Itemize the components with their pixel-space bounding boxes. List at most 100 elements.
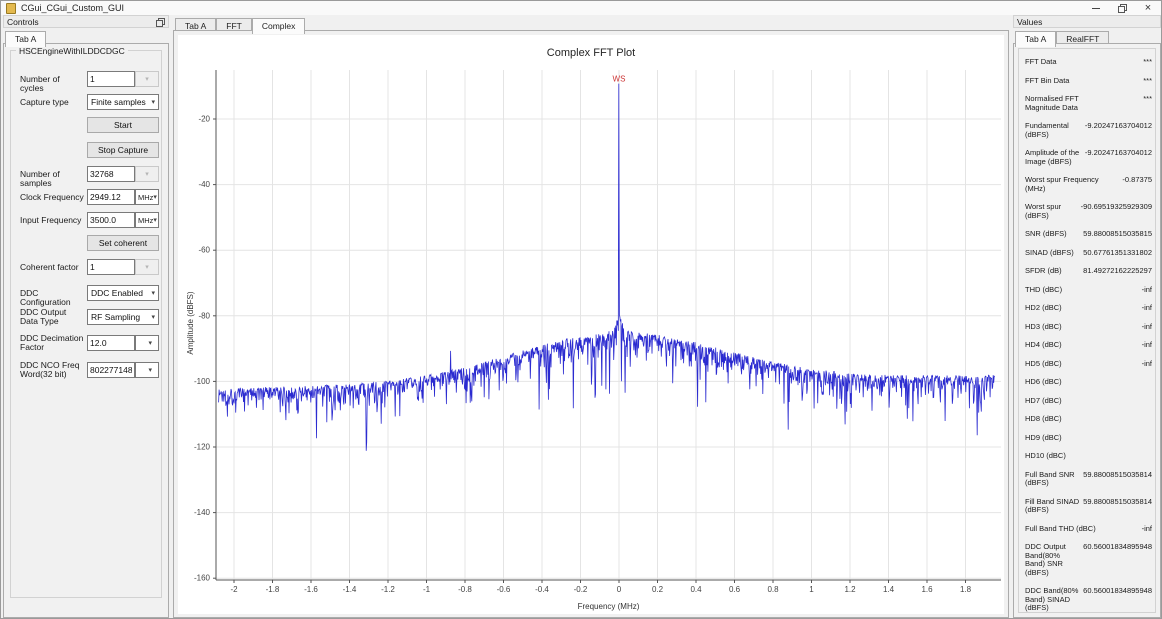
input-frequency-input[interactable]: [87, 212, 135, 228]
value-label: Worst spur Frequency (MHz): [1025, 176, 1107, 193]
app-icon: [6, 3, 16, 14]
coherent-factor-input[interactable]: [87, 259, 135, 275]
capture-type-value: Finite samples: [91, 97, 146, 107]
value-text: -9.20247163704012: [1085, 122, 1152, 139]
field-control: ▾: [87, 166, 159, 182]
control-row: Capture typeFinite samples▾: [20, 94, 159, 111]
ddc-nco-freq-word-32-bit-dropdown[interactable]: ▾: [135, 362, 159, 378]
svg-text:1.2: 1.2: [844, 585, 856, 594]
float-panel-icon[interactable]: [156, 18, 164, 26]
fft-plot-canvas: -2-1.8-1.6-1.4-1.2-1-0.8-0.6-0.4-0.200.2…: [178, 35, 1004, 614]
control-row: Input Frequency MHz▾: [20, 212, 159, 229]
value-row: Full Band THD (dBC) -inf: [1025, 525, 1152, 534]
app-window: CGui_CGui_Custom_GUI × Controls Tab A HS…: [0, 0, 1162, 619]
value-label: HD2 (dBC): [1025, 304, 1062, 313]
tab-complex[interactable]: Complex: [252, 18, 306, 34]
value-label: THD (dBC): [1025, 286, 1062, 295]
value-label: DDC Output Band(80% Band) SNR (dBFS): [1025, 543, 1080, 577]
field-control: Stop Capture: [87, 142, 159, 158]
value-label: Full Band THD (dBC): [1025, 525, 1096, 534]
svg-text:0.4: 0.4: [690, 585, 702, 594]
ddc-decimation-factor-dropdown[interactable]: ▾: [135, 335, 159, 351]
field-control: Set coherent: [87, 235, 159, 251]
controls-panel-header: Controls: [3, 15, 169, 28]
control-row: Number of samples▾: [20, 166, 159, 183]
svg-text:-20: -20: [198, 115, 210, 124]
field-label: Input Frequency: [20, 216, 84, 225]
ddc-nco-freq-word-32-bit-input[interactable]: [87, 362, 135, 378]
value-row: Normalised FFT Magnitude Data ***: [1025, 95, 1152, 112]
value-row: HD2 (dBC)-inf: [1025, 304, 1152, 313]
field-label: DDC NCO Freq Word(32 bit): [20, 361, 84, 379]
values-tabstrip: Tab ARealFFTComplexFFT: [1013, 28, 1161, 43]
values-panel-header: Values: [1013, 15, 1161, 28]
field-label: DDC Decimation Factor: [20, 334, 84, 352]
value-row: FFT Data***: [1025, 58, 1152, 67]
svg-text:0.6: 0.6: [729, 585, 741, 594]
svg-text:-1.2: -1.2: [381, 585, 395, 594]
minimize-icon: [1092, 8, 1100, 9]
ddc-decimation-factor-input[interactable]: [87, 335, 135, 351]
controls-content: HSCEngineWithILDDCDGC Number of cycles▾C…: [3, 43, 169, 618]
start-button[interactable]: Start: [87, 117, 159, 133]
minimize-button[interactable]: [1083, 1, 1109, 15]
window-title: CGui_CGui_Custom_GUI: [21, 3, 1083, 13]
svg-text:0: 0: [617, 585, 622, 594]
control-row: Clock FrequencyMHz▾: [20, 189, 159, 206]
value-label: Normalised FFT Magnitude Data: [1025, 95, 1107, 112]
ddc-configuration-combobox[interactable]: DDC Enabled▾: [87, 285, 159, 301]
field-control: MHz▾: [87, 189, 159, 205]
control-row: Coherent factor▾: [20, 259, 159, 276]
value-label: SNR (dBFS): [1025, 230, 1067, 239]
value-text: ***: [1143, 95, 1152, 112]
value-row: Worst spur Frequency (MHz)-0.87375: [1025, 176, 1152, 193]
clock-frequency-unit-combobox[interactable]: MHz▾: [135, 189, 159, 205]
tab-tab-a[interactable]: Tab A: [1015, 31, 1056, 47]
svg-text:-60: -60: [198, 246, 210, 255]
engine-groupbox: HSCEngineWithILDDCDGC Number of cycles▾C…: [10, 50, 162, 598]
svg-text:-0.4: -0.4: [535, 585, 549, 594]
plot-panel: Tab AFFTComplex -2-1.8-1.6-1.4-1.2-1-0.8…: [173, 15, 1009, 618]
values-rows: FFT Data***FFT Bin Data***Normalised FFT…: [1018, 48, 1156, 613]
chevron-down-icon: ▾: [145, 170, 149, 178]
svg-text:-40: -40: [198, 180, 210, 189]
number-of-cycles-input[interactable]: [87, 71, 135, 87]
value-text: 59.88008515035814: [1083, 471, 1152, 488]
values-panel: Values Tab ARealFFTComplexFFT FFT Data**…: [1013, 15, 1161, 618]
clock-frequency-input[interactable]: [87, 189, 135, 205]
chevron-down-icon: ▾: [145, 75, 149, 83]
chevron-down-icon: ▾: [148, 339, 155, 347]
field-control: ▾: [87, 259, 159, 275]
value-label: FFT Data: [1025, 58, 1057, 67]
restore-button[interactable]: [1109, 1, 1135, 15]
tab-tab-a[interactable]: Tab A: [5, 31, 46, 47]
capture-type-combobox[interactable]: Finite samples▾: [87, 94, 159, 110]
control-row: Stop Capture: [20, 142, 159, 159]
value-row: Fundamental (dBFS)-9.20247163704012: [1025, 122, 1152, 139]
value-label: Worst spur (dBFS): [1025, 203, 1078, 220]
value-text: 59.88008515035815: [1083, 230, 1152, 239]
value-text: -90.69519325929309: [1081, 203, 1152, 220]
ddc-output-data-type-combobox[interactable]: RF Sampling▾: [87, 309, 159, 325]
svg-text:1: 1: [809, 585, 814, 594]
value-row: HD7 (dBC): [1025, 397, 1152, 406]
stop-capture-button[interactable]: Stop Capture: [87, 142, 159, 158]
ddc-configuration-value: DDC Enabled: [91, 288, 143, 298]
input-frequency-unit-combobox[interactable]: MHz▾: [135, 212, 159, 228]
set-coherent-button[interactable]: Set coherent: [87, 235, 159, 251]
value-row: THD (dBC)-inf: [1025, 286, 1152, 295]
clock-frequency-unit: MHz: [138, 193, 153, 202]
field-control: DDC Enabled▾: [87, 285, 159, 301]
value-text: ***: [1143, 77, 1152, 86]
plot-content: -2-1.8-1.6-1.4-1.2-1-0.8-0.6-0.4-0.200.2…: [173, 30, 1009, 618]
value-row: SINAD (dBFS)50.67761351331802: [1025, 249, 1152, 258]
value-text: -inf: [1142, 525, 1152, 534]
controls-panel-title: Controls: [7, 17, 39, 27]
field-label: Coherent factor: [20, 263, 84, 272]
close-button[interactable]: ×: [1135, 1, 1161, 15]
svg-text:-2: -2: [230, 585, 238, 594]
value-label: Full Band SNR (dBFS): [1025, 471, 1080, 488]
fft-plot-figure: -2-1.8-1.6-1.4-1.2-1-0.8-0.6-0.4-0.200.2…: [178, 35, 1004, 614]
number-of-samples-input[interactable]: [87, 166, 135, 182]
value-row: HD5 (dBC)-inf: [1025, 360, 1152, 369]
